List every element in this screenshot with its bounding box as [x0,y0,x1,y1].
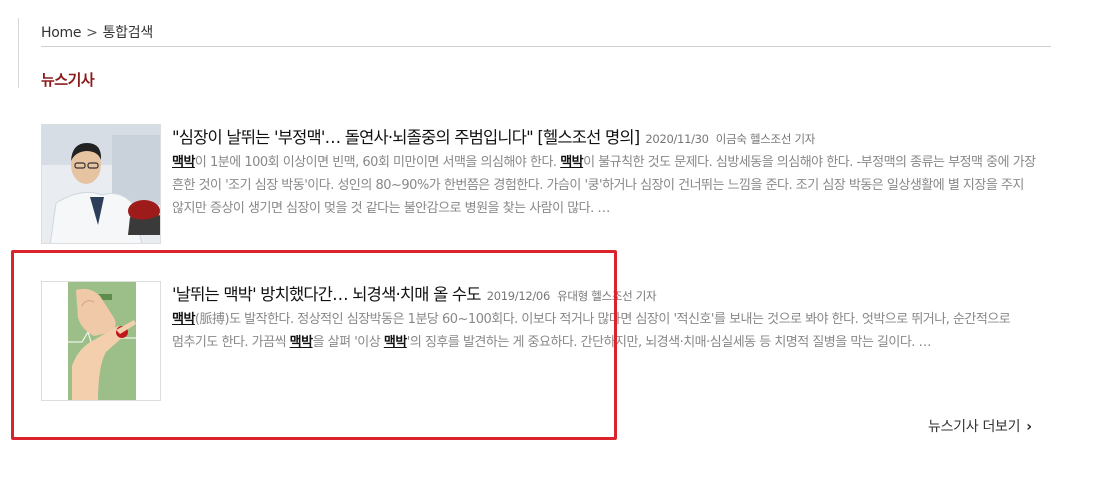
article-date: 2020/11/30 [645,132,709,146]
snippet-text: 이 1분에 100회 이상이면 빈맥, 60회 미만이면 서맥을 의심해야 한다… [194,155,561,170]
chevron-right-icon: › [1026,419,1032,435]
left-panel-divider [0,18,19,88]
highlight-annotation-box [11,250,617,440]
breadcrumb-divider [41,46,1051,47]
article-title[interactable]: "심장이 날뛰는 '부정맥'… 돌연사·뇌졸중의 주범입니다" [헬스조선 명의… [172,128,640,147]
article-snippet[interactable]: 맥박이 1분에 100회 이상이면 빈맥, 60회 미만이면 서맥을 의심해야 … [172,151,1053,220]
breadcrumb-separator: > [86,25,98,41]
section-title: 뉴스기사 [41,71,95,89]
breadcrumb-home[interactable]: Home [41,25,81,41]
article-thumbnail[interactable] [41,124,161,244]
keyword-highlight: 맥박 [560,155,584,170]
more-news-label: 뉴스기사 더보기 [928,419,1021,435]
more-news-link[interactable]: 뉴스기사 더보기 › [928,416,1032,436]
keyword-highlight: 맥박 [172,155,195,170]
breadcrumb: Home > 통합검색 [41,22,153,42]
breadcrumb-current: 통합검색 [102,25,154,41]
article-author: 이금숙 헬스조선 기자 [715,132,816,146]
